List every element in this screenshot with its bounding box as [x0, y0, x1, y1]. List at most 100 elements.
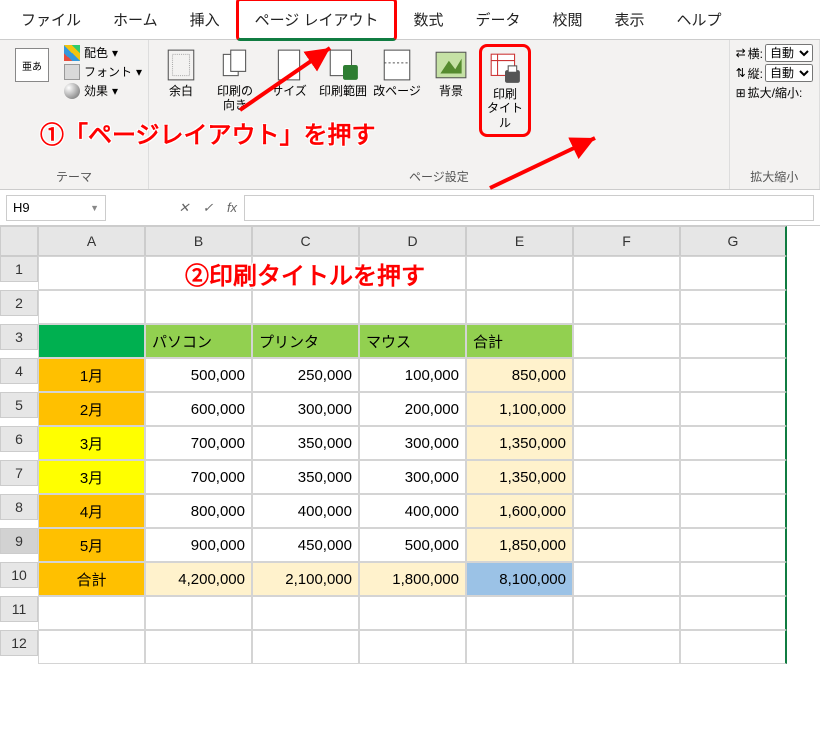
cell[interactable]: [252, 596, 359, 630]
cell[interactable]: [38, 596, 145, 630]
cell[interactable]: [573, 290, 680, 324]
cell[interactable]: 400,000: [252, 494, 359, 528]
cell[interactable]: 1,350,000: [466, 426, 573, 460]
cell[interactable]: [680, 460, 787, 494]
cell[interactable]: 1月: [38, 358, 145, 392]
col-header-b[interactable]: B: [145, 226, 252, 256]
cell[interactable]: 5月: [38, 528, 145, 562]
cell[interactable]: 4月: [38, 494, 145, 528]
cell[interactable]: [680, 392, 787, 426]
cell[interactable]: [680, 290, 787, 324]
name-box[interactable]: H9 ▼: [6, 195, 106, 221]
tab-formulas[interactable]: 数式: [397, 1, 459, 38]
cell[interactable]: 350,000: [252, 426, 359, 460]
cell[interactable]: [680, 596, 787, 630]
cancel-button[interactable]: ✕: [172, 196, 196, 220]
cell[interactable]: [38, 290, 145, 324]
tab-home[interactable]: ホーム: [97, 1, 174, 38]
cell[interactable]: 250,000: [252, 358, 359, 392]
cell[interactable]: [145, 630, 252, 664]
row-header[interactable]: 11: [0, 596, 38, 622]
row-header[interactable]: 12: [0, 630, 38, 656]
cell[interactable]: 450,000: [252, 528, 359, 562]
tab-file[interactable]: ファイル: [5, 1, 97, 38]
row-header[interactable]: 1: [0, 256, 38, 282]
name-box-dropdown-icon[interactable]: ▼: [90, 203, 99, 213]
cell[interactable]: [680, 494, 787, 528]
cell[interactable]: [573, 630, 680, 664]
cell[interactable]: 1,600,000: [466, 494, 573, 528]
cell[interactable]: [680, 528, 787, 562]
breaks-button[interactable]: 改ページ: [371, 44, 423, 98]
cell[interactable]: [573, 494, 680, 528]
cell[interactable]: [145, 256, 252, 290]
cell[interactable]: 500,000: [359, 528, 466, 562]
cell[interactable]: 2月: [38, 392, 145, 426]
cell[interactable]: [680, 324, 787, 358]
col-header-f[interactable]: F: [573, 226, 680, 256]
cell[interactable]: 3月: [38, 426, 145, 460]
tab-page-layout[interactable]: ページ レイアウト: [236, 0, 398, 41]
cell[interactable]: 2,100,000: [252, 562, 359, 596]
formula-input[interactable]: [244, 195, 814, 221]
cell[interactable]: [573, 426, 680, 460]
cell[interactable]: 800,000: [145, 494, 252, 528]
cell[interactable]: [252, 630, 359, 664]
cell[interactable]: [573, 324, 680, 358]
cell[interactable]: [38, 324, 145, 358]
cell[interactable]: 4,200,000: [145, 562, 252, 596]
cell[interactable]: プリンタ: [252, 324, 359, 358]
tab-help[interactable]: ヘルプ: [661, 1, 738, 38]
cell[interactable]: [573, 528, 680, 562]
orientation-button[interactable]: 印刷の 向き: [209, 44, 261, 113]
cell[interactable]: 8,100,000: [466, 562, 573, 596]
cell[interactable]: パソコン: [145, 324, 252, 358]
cell[interactable]: 350,000: [252, 460, 359, 494]
col-header-g[interactable]: G: [680, 226, 787, 256]
enter-button[interactable]: ✓: [196, 196, 220, 220]
cell[interactable]: 300,000: [359, 460, 466, 494]
cell[interactable]: [466, 630, 573, 664]
print-titles-button[interactable]: 印刷タイトル: [479, 44, 531, 137]
col-header-a[interactable]: A: [38, 226, 145, 256]
tab-data[interactable]: データ: [459, 1, 536, 38]
cell[interactable]: [573, 460, 680, 494]
cell[interactable]: 900,000: [145, 528, 252, 562]
cell[interactable]: [573, 256, 680, 290]
cell[interactable]: [359, 256, 466, 290]
cell[interactable]: 850,000: [466, 358, 573, 392]
cell[interactable]: 700,000: [145, 460, 252, 494]
cell[interactable]: 1,850,000: [466, 528, 573, 562]
tab-review[interactable]: 校閲: [537, 1, 599, 38]
row-header[interactable]: 4: [0, 358, 38, 384]
cell[interactable]: 700,000: [145, 426, 252, 460]
cell[interactable]: [252, 256, 359, 290]
width-select[interactable]: 自動: [765, 44, 813, 62]
row-header[interactable]: 5: [0, 392, 38, 418]
cell[interactable]: [252, 290, 359, 324]
cell[interactable]: [359, 290, 466, 324]
margins-button[interactable]: 余白: [155, 44, 207, 98]
cell[interactable]: [359, 630, 466, 664]
row-header[interactable]: 3: [0, 324, 38, 350]
cell[interactable]: [573, 358, 680, 392]
cell[interactable]: [680, 630, 787, 664]
cell[interactable]: 合計: [466, 324, 573, 358]
cell[interactable]: [573, 596, 680, 630]
colors-button[interactable]: 配色▾: [64, 44, 142, 61]
row-header[interactable]: 7: [0, 460, 38, 486]
cell[interactable]: [680, 256, 787, 290]
col-header-d[interactable]: D: [359, 226, 466, 256]
cell[interactable]: [466, 290, 573, 324]
col-header-e[interactable]: E: [466, 226, 573, 256]
cell[interactable]: 400,000: [359, 494, 466, 528]
cell[interactable]: [38, 630, 145, 664]
background-button[interactable]: 背景: [425, 44, 477, 98]
cell[interactable]: [680, 358, 787, 392]
cell[interactable]: [680, 426, 787, 460]
cell[interactable]: 200,000: [359, 392, 466, 426]
cell[interactable]: 100,000: [359, 358, 466, 392]
size-button[interactable]: サイズ: [263, 44, 315, 98]
row-header[interactable]: 10: [0, 562, 38, 588]
cell[interactable]: [573, 562, 680, 596]
